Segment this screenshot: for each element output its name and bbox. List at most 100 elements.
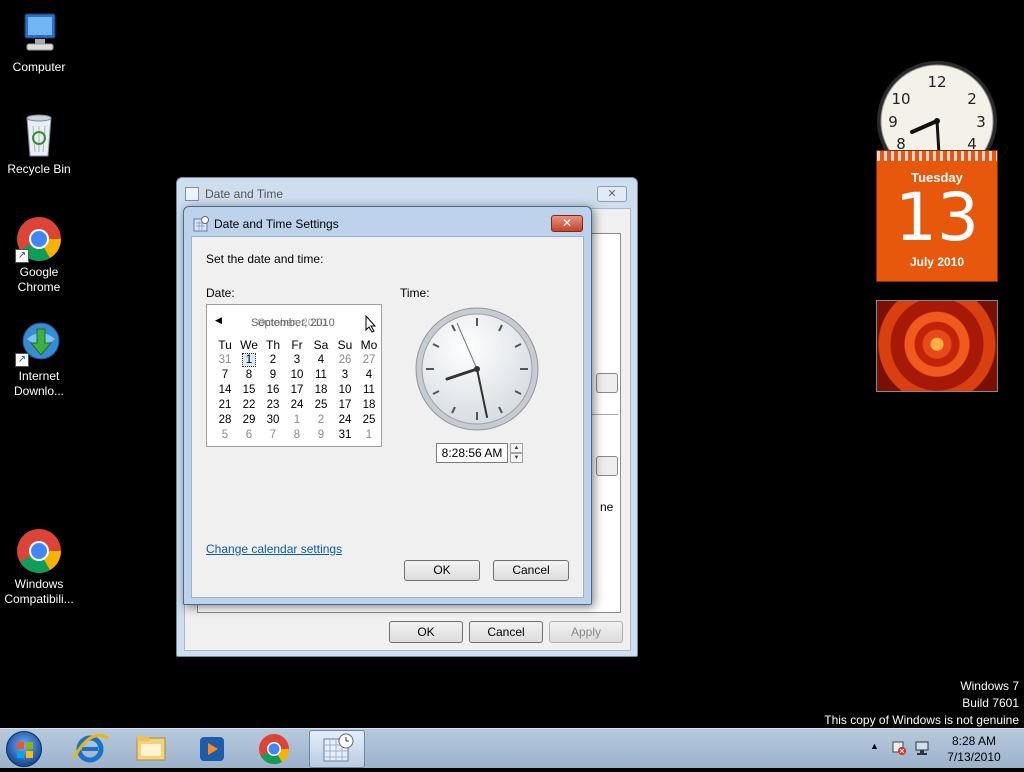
network-icon[interactable] xyxy=(914,740,930,759)
calendar-day-number: 30 xyxy=(266,413,280,426)
calendar-day[interactable]: 18 xyxy=(357,397,381,412)
calendar-day[interactable]: 11 xyxy=(309,367,333,382)
calendar-day[interactable]: 8 xyxy=(285,427,309,442)
calendar-day[interactable]: 4 xyxy=(357,367,381,382)
calendar-day[interactable]: 1 xyxy=(285,412,309,427)
calendar-day[interactable]: 28 xyxy=(213,412,237,427)
calendar-day[interactable]: 22 xyxy=(237,397,261,412)
time-input[interactable]: 8:28:56 AM xyxy=(436,443,508,463)
calendar-day[interactable]: 16 xyxy=(261,382,285,397)
calendar-day[interactable]: 5 xyxy=(213,427,237,442)
calendar-day[interactable]: 3 xyxy=(285,352,309,367)
calendar-day[interactable]: 17 xyxy=(285,382,309,397)
calendar-day[interactable]: 31 xyxy=(213,352,237,367)
taskbar-media-player[interactable] xyxy=(184,730,240,768)
taskbar-google-chrome[interactable] xyxy=(246,730,302,768)
weekday-header: We xyxy=(240,337,258,352)
change-calendar-settings-link[interactable]: Change calendar settings xyxy=(206,542,342,556)
panel-button-2[interactable] xyxy=(596,456,618,476)
desktop-icon-recycle-bin[interactable]: Recycle Bin xyxy=(0,112,78,177)
calendar-day[interactable]: 30 xyxy=(261,412,285,427)
calendar-day[interactable]: 9 xyxy=(309,427,333,442)
calendar-month-year: July 2010 xyxy=(909,255,965,269)
calendar-day[interactable]: 26 xyxy=(333,352,357,367)
calendar-day[interactable]: 7 xyxy=(261,427,285,442)
calendar-day[interactable]: 25 xyxy=(309,397,333,412)
calendar-day-number: 31 xyxy=(218,353,232,366)
calendar-day[interactable]: 24 xyxy=(333,412,357,427)
calendar-day[interactable]: 24 xyxy=(285,397,309,412)
close-button[interactable]: ✕ xyxy=(551,215,583,232)
calendar-day-number: 8 xyxy=(293,428,301,441)
previous-month-arrow-icon[interactable]: ◀ xyxy=(215,315,222,326)
desktop-icon-google-chrome[interactable]: ↗ Google Chrome xyxy=(0,215,78,295)
start-button[interactable] xyxy=(6,731,42,767)
cancel-button[interactable]: Cancel xyxy=(493,560,569,581)
weekday-header: Tu xyxy=(218,337,232,352)
calendar-day[interactable]: 1 xyxy=(237,352,261,367)
calendar-day[interactable]: 21 xyxy=(213,397,237,412)
svg-text:10: 10 xyxy=(891,90,910,108)
calendar-day[interactable]: 10 xyxy=(285,367,309,382)
desktop-icon-computer[interactable]: Computer xyxy=(0,10,78,75)
calendar-day[interactable]: 27 xyxy=(357,352,381,367)
watermark-line: Build 7601 xyxy=(962,696,1019,710)
calendar-day[interactable]: 25 xyxy=(357,412,381,427)
calendar-day[interactable]: 2 xyxy=(261,352,285,367)
taskbar-internet-explorer[interactable] xyxy=(62,730,118,768)
calendar-day-number: 28 xyxy=(218,413,232,426)
calendar-grid: Tu We Th Fr Sa Su Mo 31 1 2 3 4 26 27 7 8 9 10 11 3 4… xyxy=(207,337,381,442)
ok-button[interactable]: OK xyxy=(404,560,480,581)
calendar-day-number: 16 xyxy=(266,383,280,396)
slideshow-gadget-flower-photo[interactable] xyxy=(876,300,998,392)
close-button[interactable]: ✕ xyxy=(597,186,627,202)
taskbar-clock[interactable]: 8:28 AM 7/13/2010 xyxy=(940,733,1008,765)
calendar-day[interactable]: 17 xyxy=(333,397,357,412)
calendar-day-number: 22 xyxy=(242,398,256,411)
apply-button[interactable]: Apply xyxy=(549,621,623,643)
calendar-day[interactable]: 7 xyxy=(213,367,237,382)
calendar-day-number: 15 xyxy=(242,383,256,396)
calendar-day[interactable]: 11 xyxy=(357,382,381,397)
calendar-day-number: 10 xyxy=(338,383,352,396)
dialog-body: Set the date and time: Date: Time: ◀ Sep… xyxy=(191,236,584,598)
panel-button-1[interactable] xyxy=(596,373,618,393)
calendar-day[interactable]: 9 xyxy=(261,367,285,382)
calendar-day[interactable]: 6 xyxy=(237,427,261,442)
calendar-day[interactable]: 31 xyxy=(333,427,357,442)
calendar-day-number: 17 xyxy=(338,398,352,411)
calendar-day[interactable]: 10 xyxy=(333,382,357,397)
calendar-day-number: 4 xyxy=(365,368,373,381)
calendar-day[interactable]: 14 xyxy=(213,382,237,397)
cancel-button[interactable]: Cancel xyxy=(469,621,543,643)
calendar-day[interactable]: 23 xyxy=(261,397,285,412)
taskbar-date-time-settings[interactable] xyxy=(309,730,365,768)
desktop-icon-windows-compatibility[interactable]: Windows Compatibili... xyxy=(0,527,78,607)
calendar-day[interactable]: 15 xyxy=(237,382,261,397)
window-title: Date and Time xyxy=(205,187,284,201)
spin-up-icon[interactable]: ▲ xyxy=(510,443,523,453)
calendar-day[interactable]: 18 xyxy=(309,382,333,397)
date-and-time-settings-dialog: Date and Time Settings ✕ Set the date an… xyxy=(183,206,592,605)
calendar-day[interactable]: 2 xyxy=(309,412,333,427)
calendar-week-row: 28 29 30 1 2 24 25 xyxy=(207,412,381,427)
calendar-day[interactable]: 3 xyxy=(333,367,357,382)
calendar-day[interactable]: 4 xyxy=(309,352,333,367)
taskbar-windows-explorer[interactable] xyxy=(123,730,179,768)
weekday-header: Sa xyxy=(313,337,329,352)
action-center-icon[interactable] xyxy=(892,740,906,759)
time-spinner[interactable]: ▲ ▼ xyxy=(510,443,523,463)
instruction-text: Set the date and time: xyxy=(206,252,324,266)
ok-button[interactable]: OK xyxy=(389,621,463,643)
spin-down-icon[interactable]: ▼ xyxy=(510,453,523,463)
date-label: Date: xyxy=(206,286,235,300)
calendar-day[interactable]: 8 xyxy=(237,367,261,382)
calendar-control[interactable]: ◀ September, 2010 October, 2010 Tu We Th… xyxy=(206,304,382,447)
calendar-day-number: 8 xyxy=(245,368,253,381)
calendar-gadget[interactable]: Tuesday 13 July 2010 xyxy=(876,150,998,282)
desktop-icon-internet-download-manager[interactable]: ↗ Internet Downlo... xyxy=(0,319,78,399)
calendar-day[interactable]: 1 xyxy=(357,427,381,442)
chrome-icon: ↗ xyxy=(15,215,63,263)
calendar-day[interactable]: 29 xyxy=(237,412,261,427)
show-hidden-icons-icon[interactable]: ▲ xyxy=(870,741,879,751)
